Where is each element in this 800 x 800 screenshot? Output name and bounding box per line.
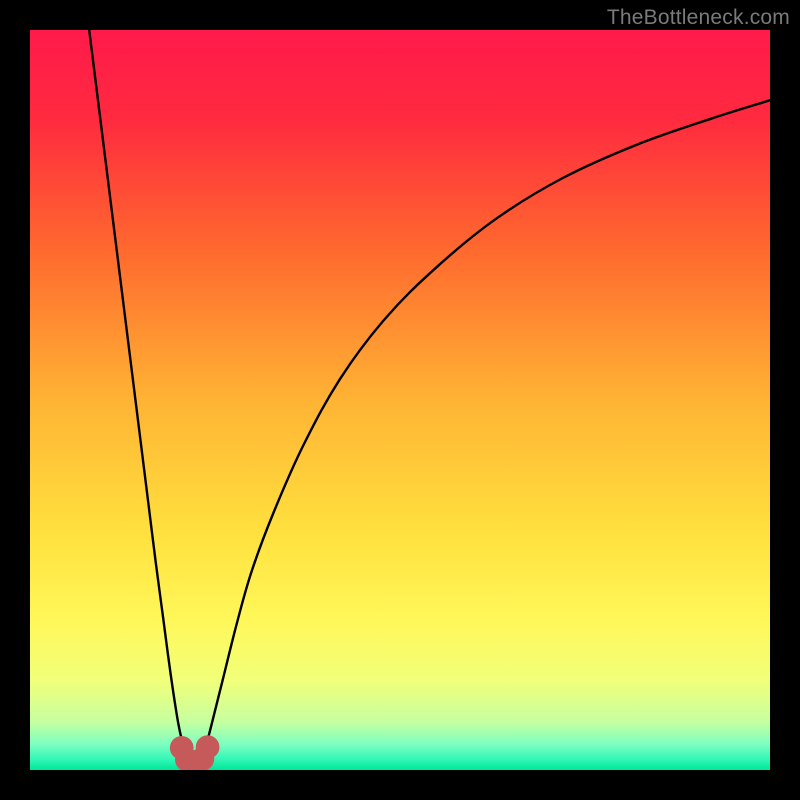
marker-dip-right — [196, 735, 220, 759]
outer-frame: TheBottleneck.com — [0, 0, 800, 800]
watermark-text: TheBottleneck.com — [607, 6, 790, 30]
chart-svg — [30, 30, 770, 770]
gradient-background — [30, 30, 770, 770]
chart-plot-area — [30, 30, 770, 770]
